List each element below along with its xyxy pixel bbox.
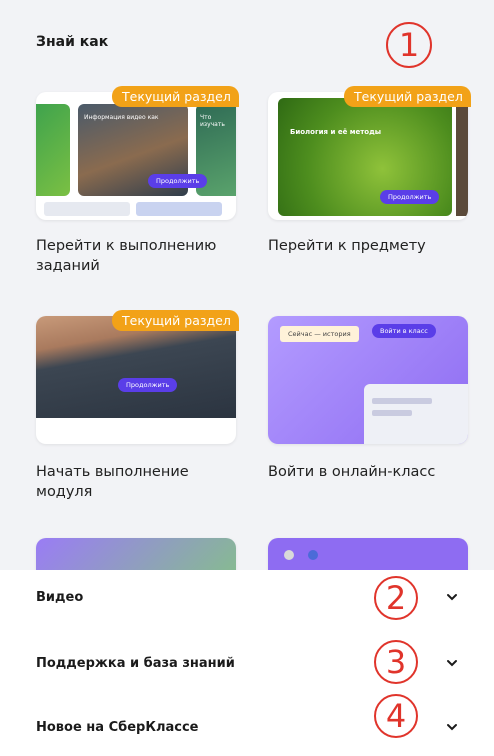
marker-4: 4 — [374, 694, 418, 738]
thumb-continue-button-1: Продолжить — [148, 174, 208, 188]
thumb-join-button: Войти в класс — [372, 324, 436, 338]
marker-2: 2 — [374, 576, 418, 620]
chevron-down-icon[interactable] — [446, 592, 458, 602]
section-title: Знай как — [36, 34, 109, 50]
card-thumb-module[interactable]: Продолжить — [36, 316, 236, 444]
chevron-down-icon[interactable] — [446, 658, 458, 668]
accordion-label-whats-new: Новое на СберКлассе — [36, 720, 199, 735]
card-thumb-next-1[interactable] — [36, 538, 236, 570]
current-section-badge-3: Текущий раздел — [112, 310, 239, 331]
thumb-chip: Сейчас — история — [280, 326, 359, 342]
card-label-subject[interactable]: Перейти к предмету — [268, 236, 473, 256]
thumb-continue-button-3: Продолжить — [118, 378, 178, 392]
thumb-title-1: Информация видео как — [84, 114, 159, 121]
card-label-online-class[interactable]: Войти в онлайн-класс — [268, 462, 473, 482]
card-label-module[interactable]: Начать выполнение модуля — [36, 462, 241, 502]
chevron-down-icon[interactable] — [446, 722, 458, 732]
thumb-title-2: Что изучать — [200, 114, 225, 128]
thumb-title-subject: Биология и её методы — [290, 128, 382, 136]
current-section-badge-1: Текущий раздел — [112, 86, 239, 107]
card-label-tasks[interactable]: Перейти к выполнению заданий — [36, 236, 241, 276]
accordion-video[interactable]: Видео 2 — [0, 570, 494, 626]
accordion-label-support: Поддержка и база знаний — [36, 656, 235, 671]
thumb-continue-button-2: Продолжить — [380, 190, 440, 204]
card-thumb-subject[interactable]: Биология и её методы Продолжить — [268, 92, 468, 220]
card-thumb-tasks[interactable]: Информация видео как Что изучать Продолж… — [36, 92, 236, 220]
card-thumb-online-class[interactable]: Сейчас — история Войти в класс — [268, 316, 468, 444]
marker-3: 3 — [374, 640, 418, 684]
current-section-badge-2: Текущий раздел — [344, 86, 471, 107]
accordion-label-video: Видео — [36, 590, 84, 605]
accordion-support[interactable]: Поддержка и база знаний 3 — [0, 636, 494, 692]
know-how-panel: Знай как 1 Информация видео как Что изуч… — [0, 0, 494, 570]
accordion-whats-new[interactable]: Новое на СберКлассе 4 — [0, 694, 494, 756]
marker-1: 1 — [386, 22, 432, 68]
card-thumb-next-2[interactable] — [268, 538, 468, 570]
